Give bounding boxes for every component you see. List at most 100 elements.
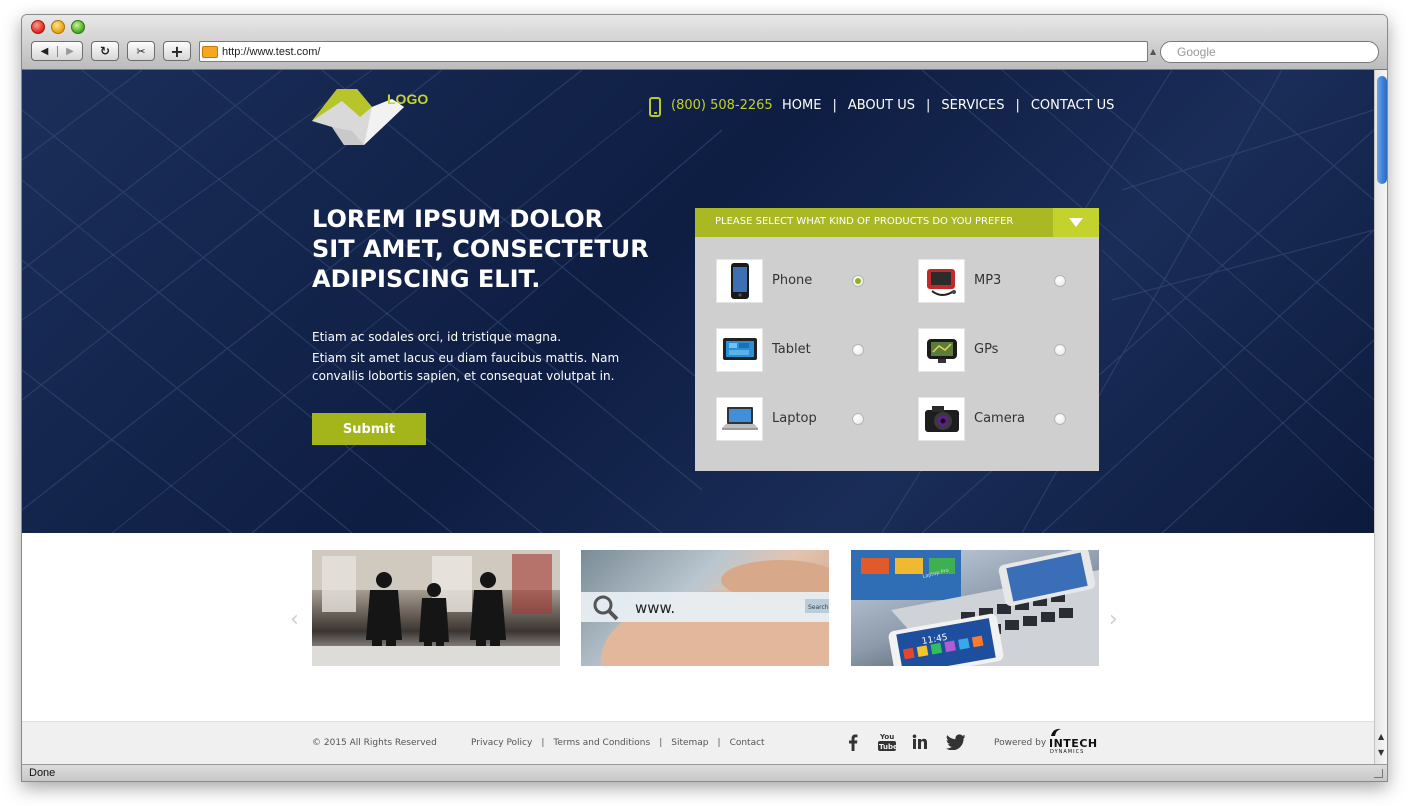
option-gps[interactable]: GPs	[918, 328, 1098, 372]
radio-laptop[interactable]	[852, 413, 864, 425]
product-select-panel: PLEASE SELECT WHAT KIND OF PRODUCTS DO Y…	[695, 208, 1099, 471]
brand-sub: DYNAMICS	[1050, 749, 1085, 755]
tablet-thumbnail	[716, 328, 763, 372]
footer-separator: |	[659, 738, 663, 748]
status-text: Done	[29, 767, 56, 779]
carousel-slide-search[interactable]: www. Search	[581, 550, 829, 666]
browser-search[interactable]	[1160, 41, 1379, 63]
footer-link-privacy[interactable]: Privacy Policy	[471, 738, 532, 748]
option-camera[interactable]: Camera	[918, 397, 1098, 441]
option-label: MP3	[974, 273, 1002, 288]
page-viewport: LOGO (800) 508-2265 HOME | ABOUT US | SE…	[22, 70, 1374, 764]
url-text[interactable]: http://www.test.com/	[222, 46, 320, 58]
mp3-thumbnail	[918, 259, 965, 303]
zoom-window-button[interactable]	[71, 20, 85, 34]
radio-mp3[interactable]	[1054, 275, 1066, 287]
option-label: Tablet	[772, 342, 811, 357]
laptop-thumbnail	[716, 397, 763, 441]
phone-number[interactable]: (800) 508-2265	[671, 98, 773, 113]
minimize-window-button[interactable]	[51, 20, 65, 34]
carousel-prev-icon[interactable]: ‹	[290, 607, 299, 632]
intech-dynamics-logo[interactable]: INTECH DYNAMICS	[1049, 727, 1101, 757]
gps-device-icon	[926, 339, 957, 363]
submit-button[interactable]: Submit	[312, 413, 426, 445]
radio-tablet[interactable]	[852, 344, 864, 356]
chevron-down-icon[interactable]	[1053, 208, 1099, 237]
nav-home[interactable]: HOME	[782, 98, 821, 113]
devices-image: Laptop Pro 11:45	[851, 550, 1099, 666]
hero-section: LOGO (800) 508-2265 HOME | ABOUT US | SE…	[22, 70, 1374, 533]
nav-about-us[interactable]: ABOUT US	[848, 98, 915, 113]
smartphone-icon	[730, 263, 749, 299]
social-links: You Tube	[848, 732, 966, 752]
phone-icon	[649, 97, 661, 117]
svg-text:Tube: Tube	[879, 743, 896, 751]
radio-phone[interactable]	[852, 275, 864, 287]
facebook-icon[interactable]	[848, 734, 858, 751]
gps-thumbnail	[918, 328, 965, 372]
nav-contact-us[interactable]: CONTACT US	[1031, 98, 1115, 113]
camera-icon	[924, 406, 959, 432]
snip-button[interactable]: ✂	[127, 41, 155, 61]
option-mp3[interactable]: MP3	[918, 259, 1098, 303]
carousel-slide-business-people[interactable]	[312, 550, 560, 666]
option-label: GPs	[974, 342, 999, 357]
twitter-icon[interactable]	[946, 734, 966, 750]
carousel-slide-devices[interactable]: Laptop Pro 11:45	[851, 550, 1099, 666]
hero-headline: LOREM IPSUM DOLOR SIT AMET, CONSECTETUR …	[312, 205, 649, 293]
phone-thumbnail	[716, 259, 763, 303]
option-phone[interactable]: Phone	[716, 259, 896, 303]
plus-icon: +	[170, 41, 184, 61]
nav-separator: |	[1015, 98, 1020, 113]
scissors-icon: ✂	[136, 44, 146, 58]
footer-separator: |	[717, 738, 721, 748]
carousel-next-icon[interactable]: ›	[1109, 607, 1118, 632]
option-tablet[interactable]: Tablet	[716, 328, 896, 372]
nav-services[interactable]: SERVICES	[941, 98, 1004, 113]
linkedin-icon[interactable]	[912, 734, 928, 750]
business-people-image	[312, 550, 560, 666]
product-select-header[interactable]: PLEASE SELECT WHAT KIND OF PRODUCTS DO Y…	[695, 208, 1099, 237]
search-bar-image: www. Search	[581, 560, 829, 666]
product-select-title: PLEASE SELECT WHAT KIND OF PRODUCTS DO Y…	[715, 216, 1014, 227]
image-carousel: ‹ www. Search Laptop Pro 11:45 ›	[22, 533, 1374, 721]
folder-icon	[202, 45, 218, 58]
option-laptop[interactable]: Laptop	[716, 397, 896, 441]
browser-window: ◀ ▶ ↻ ✂ + http://www.test.com/ ▲ Google …	[21, 14, 1388, 782]
radio-camera[interactable]	[1054, 413, 1066, 425]
add-bookmark-button[interactable]: +	[163, 41, 191, 61]
close-window-button[interactable]	[31, 20, 45, 34]
laptop-icon	[721, 407, 758, 430]
reload-button[interactable]: ↻	[91, 41, 119, 61]
copyright-text: © 2015 All Rights Reserved	[312, 738, 437, 748]
hero-subtext: Etiam ac sodales orci, id tristique magn…	[312, 328, 632, 385]
site-footer: © 2015 All Rights Reserved Privacy Polic…	[22, 721, 1374, 764]
forward-arrow-icon[interactable]: ▶	[57, 45, 82, 57]
nav-separator: |	[832, 98, 837, 113]
svg-text:You: You	[879, 733, 894, 741]
intech-swirl-icon	[1051, 728, 1061, 736]
option-label: Phone	[772, 273, 813, 288]
browser-search-input[interactable]	[1177, 45, 1367, 59]
option-label: Laptop	[772, 411, 817, 426]
youtube-icon[interactable]: You Tube	[878, 732, 896, 752]
status-bar: Done	[22, 764, 1387, 781]
url-dropdown-icon[interactable]: ▲	[1150, 47, 1156, 56]
footer-separator: |	[541, 738, 545, 748]
nav-separator: |	[926, 98, 931, 113]
browser-toolbar: ◀ ▶ ↻ ✂ + http://www.test.com/ ▲	[22, 15, 1387, 70]
footer-link-terms[interactable]: Terms and Conditions	[553, 738, 650, 748]
vertical-scrollbar[interactable]: ▲ ▼	[1374, 70, 1387, 764]
radio-gps[interactable]	[1054, 344, 1066, 356]
powered-by-text: Powered by	[994, 738, 1047, 748]
resize-grip-icon[interactable]	[1374, 769, 1383, 778]
footer-link-sitemap[interactable]: Sitemap	[671, 738, 708, 748]
back-arrow-icon[interactable]: ◀	[32, 46, 57, 57]
footer-link-contact[interactable]: Contact	[730, 738, 765, 748]
scrollbar-thumb[interactable]	[1377, 76, 1387, 184]
tablet-icon	[722, 338, 757, 360]
address-bar[interactable]: http://www.test.com/	[199, 41, 1148, 62]
scroll-up-icon[interactable]: ▲	[1378, 732, 1384, 741]
scroll-down-icon[interactable]: ▼	[1378, 748, 1384, 757]
main-nav: HOME | ABOUT US | SERVICES | CONTACT US	[782, 98, 1114, 113]
